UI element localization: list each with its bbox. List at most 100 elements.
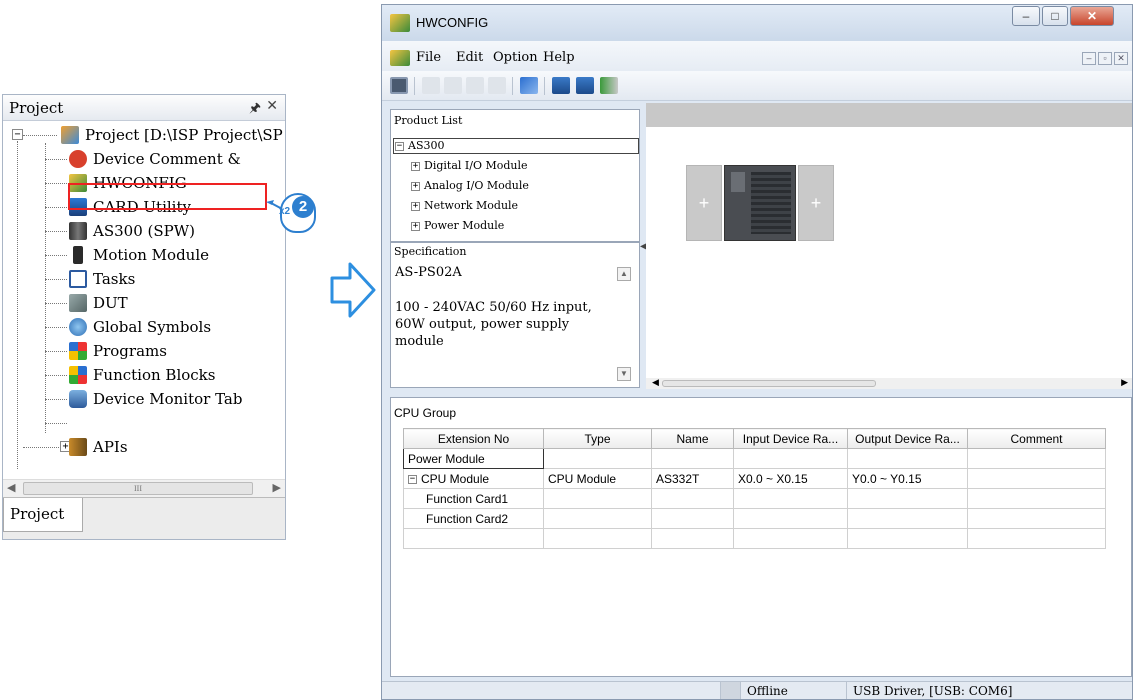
table-row[interactable]: Function Card1 [403,488,1106,509]
table-cell[interactable] [847,488,968,509]
table-cell[interactable] [651,448,734,469]
column-header[interactable]: Type [543,428,652,449]
product-root-as300[interactable]: − AS300 [395,136,444,156]
cut-icon[interactable] [422,77,440,94]
table-row[interactable] [403,528,1106,549]
scroll-thumb[interactable] [662,380,876,387]
table-cell[interactable] [543,528,652,549]
add-right-slot[interactable]: + [798,165,834,241]
close-icon[interactable]: ✕ [266,98,278,115]
scroll-up-icon[interactable]: ▲ [617,267,631,281]
scroll-down-icon[interactable]: ▼ [617,367,631,381]
tree-item-global-symbols[interactable]: Global Symbols [69,315,211,339]
table-cell[interactable]: X0.0 ~ X0.15 [733,468,848,489]
tree-item-as300[interactable]: AS300 (SPW) [69,219,195,243]
tree-item-programs[interactable]: Programs [69,339,167,363]
expand-icon[interactable]: + [411,201,420,211]
tree-item-tasks[interactable]: Tasks [69,267,135,291]
table-row[interactable]: − CPU Module CPU Module AS332T X0.0 ~ X0.… [403,468,1106,489]
collapse-icon[interactable]: − [395,141,404,151]
close-button[interactable]: ✕ [1070,6,1114,26]
table-cell[interactable] [733,488,848,509]
table-cell[interactable] [967,488,1106,509]
product-item-network[interactable]: + Network Module [411,196,518,216]
tab-project[interactable]: Project [3,498,83,532]
column-header[interactable]: Extension No [403,428,544,449]
tree-item-motion-module[interactable]: Motion Module [69,243,209,267]
column-header[interactable]: Output Device Ra... [847,428,968,449]
expand-icon[interactable]: + [411,221,420,231]
column-header[interactable]: Name [651,428,734,449]
tree-item-dut[interactable]: DUT [69,291,128,315]
scroll-left-icon[interactable]: ◀ [7,481,15,494]
table-cell[interactable] [847,448,968,469]
canvas-hscroll[interactable]: ◀ ▶ [646,377,1132,389]
expand-icon[interactable]: + [411,161,420,171]
table-cell[interactable] [733,448,848,469]
table-cell[interactable]: Function Card2 [403,508,544,529]
scroll-thumb[interactable]: III [23,482,253,495]
menu-file[interactable]: File [416,50,441,65]
tree-item-function-blocks[interactable]: Function Blocks [69,363,215,387]
upload-icon[interactable] [552,77,570,94]
table-cell[interactable]: Y0.0 ~ Y0.15 [847,468,968,489]
pin-icon[interactable]: 🖈︎ [249,99,261,121]
table-cell[interactable] [651,488,734,509]
table-cell[interactable] [733,528,848,549]
cpu-module-image[interactable] [724,165,796,241]
product-item-power[interactable]: + Power Module [411,216,504,236]
table-cell[interactable]: AS332T [651,468,734,489]
scroll-right-icon[interactable]: ▶ [1121,377,1128,388]
menu-edit[interactable]: Edit [456,50,483,65]
scroll-left-icon[interactable]: ◀ [652,377,659,388]
product-item-digital-io[interactable]: + Digital I/O Module [411,156,528,176]
tree-item-project[interactable]: Project [D:\ISP Project\SP [61,123,283,147]
maximize-button[interactable]: □ [1042,6,1068,26]
copy-icon[interactable] [444,77,462,94]
scroll-right-icon[interactable]: ▶ [273,481,281,494]
table-cell[interactable]: Power Module [403,448,544,469]
mdi-minimize-icon[interactable]: – [1082,52,1096,65]
table-cell[interactable]: Function Card1 [403,488,544,509]
table-cell[interactable]: − CPU Module [403,468,544,489]
download-icon[interactable] [576,77,594,94]
collapse-icon[interactable]: − [12,129,23,140]
table-cell[interactable] [733,508,848,529]
table-cell[interactable] [543,448,652,469]
mdi-close-icon[interactable]: ✕ [1114,52,1128,65]
tree-item-device-comment[interactable]: Device Comment & [69,147,241,171]
paste-icon[interactable] [466,77,484,94]
product-item-analog-io[interactable]: + Analog I/O Module [411,176,529,196]
table-cell[interactable] [403,528,544,549]
table-cell[interactable] [543,508,652,529]
delete-icon[interactable] [488,77,506,94]
mdi-restore-icon[interactable]: ▫ [1098,52,1112,65]
expand-icon[interactable]: + [411,181,420,191]
table-cell[interactable] [967,508,1106,529]
table-row[interactable]: Power Module [403,448,1106,469]
table-cell[interactable] [967,528,1106,549]
collapse-icon[interactable]: − [408,474,417,484]
connect-icon[interactable] [600,77,618,94]
tree-item-apis[interactable]: APIs [69,435,128,459]
menu-help[interactable]: Help [543,50,575,65]
column-header[interactable]: Comment [967,428,1106,449]
table-cell[interactable] [543,488,652,509]
save-icon[interactable] [390,77,408,94]
column-header[interactable]: Input Device Ra... [733,428,848,449]
table-cell[interactable] [651,508,734,529]
horizontal-scrollbar[interactable]: ◀ III ▶ [3,479,285,497]
wand-icon[interactable] [520,77,538,94]
table-cell[interactable] [967,448,1106,469]
add-left-slot[interactable]: + [686,165,722,241]
minimize-button[interactable]: – [1012,6,1040,26]
table-cell[interactable] [651,528,734,549]
table-cell[interactable] [967,468,1106,489]
menu-option[interactable]: Option [493,50,538,65]
table-cell[interactable] [847,528,968,549]
hardware-canvas[interactable]: + + ◀ ▶ [646,103,1132,389]
tree-item-device-monitor[interactable]: Device Monitor Tab [69,387,242,411]
table-row[interactable]: Function Card2 [403,508,1106,529]
table-cell[interactable]: CPU Module [543,468,652,489]
table-cell[interactable] [847,508,968,529]
